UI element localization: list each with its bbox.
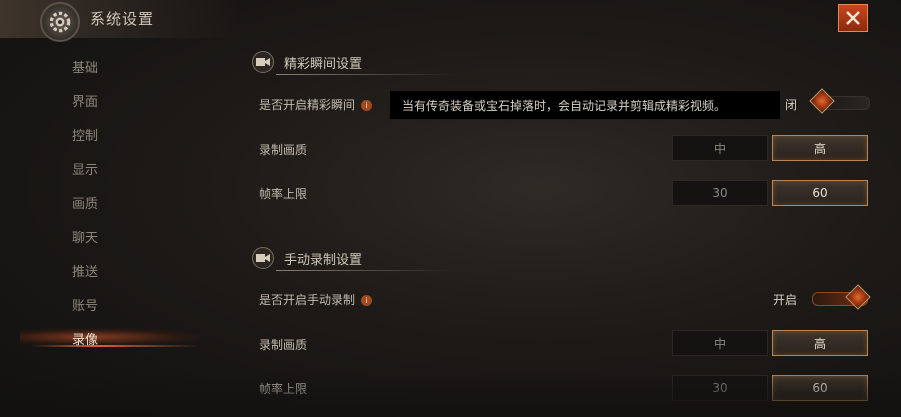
highlight-toggle-text: 闭 [785, 98, 798, 112]
manual-quality-medium-button[interactable]: 中 [672, 330, 768, 356]
section-header-manual: 手动录制设置 [252, 247, 462, 271]
sidebar-item-display[interactable]: 显示 [72, 159, 192, 179]
camera-icon [252, 51, 274, 73]
sidebar-item-account[interactable]: 账号 [72, 295, 192, 315]
manual-fps-label: 帧率上限 [259, 382, 308, 396]
section-header-highlight: 精彩瞬间设置 [252, 51, 462, 75]
manual-toggle-text: 开启 [773, 293, 798, 307]
highlight-quality-label: 录制画质 [259, 143, 308, 157]
sidebar-item-quality[interactable]: 画质 [72, 193, 192, 213]
toggle-knob[interactable] [809, 88, 835, 114]
highlight-quality-medium-button[interactable]: 中 [672, 135, 768, 161]
highlight-fps-30-button[interactable]: 30 [672, 180, 768, 206]
sidebar-item-recording[interactable]: 录像 [72, 329, 192, 349]
manual-fps-30-button[interactable]: 30 [672, 375, 768, 401]
page-title: 系统设置 [90, 10, 155, 28]
section-divider [276, 74, 456, 75]
sidebar-item-interface[interactable]: 界面 [72, 91, 192, 111]
manual-enable-label: 是否开启手动录制 [259, 293, 356, 307]
highlight-quality-high-button[interactable]: 高 [772, 135, 868, 161]
manual-quality-label: 录制画质 [259, 338, 308, 352]
sidebar-item-push[interactable]: 推送 [72, 261, 192, 281]
gear-icon [40, 2, 80, 42]
highlight-enable-toggle[interactable] [809, 88, 870, 114]
highlight-fps-label: 帧率上限 [259, 187, 308, 201]
manual-fps-60-button[interactable]: 60 [772, 375, 868, 401]
close-button[interactable] [838, 4, 868, 32]
section-title: 手动录制设置 [284, 253, 363, 268]
section-divider [276, 270, 456, 271]
highlight-enable-label: 是否开启精彩瞬间 [259, 98, 356, 112]
title-bar: 系统设置 [0, 0, 240, 42]
sidebar-item-basic[interactable]: 基础 [72, 57, 192, 77]
manual-enable-row-label: 是否开启手动录制 i [259, 291, 373, 308]
manual-quality-high-button[interactable]: 高 [772, 330, 868, 356]
manual-enable-toggle[interactable] [812, 284, 871, 310]
highlight-enable-row-label: 是否开启精彩瞬间 i [259, 96, 373, 113]
info-icon[interactable]: i [361, 295, 373, 306]
close-icon [846, 11, 860, 25]
camera-icon [252, 247, 274, 269]
sidebar-item-control[interactable]: 控制 [72, 125, 192, 145]
sidebar-item-chat[interactable]: 聊天 [72, 227, 192, 247]
info-tooltip: 当有传奇装备或宝石掉落时，会自动记录并剪辑成精彩视频。 [389, 90, 781, 120]
info-icon[interactable]: i [361, 100, 373, 111]
toggle-knob[interactable] [845, 284, 871, 310]
highlight-fps-60-button[interactable]: 60 [772, 180, 868, 206]
section-title: 精彩瞬间设置 [284, 57, 363, 72]
